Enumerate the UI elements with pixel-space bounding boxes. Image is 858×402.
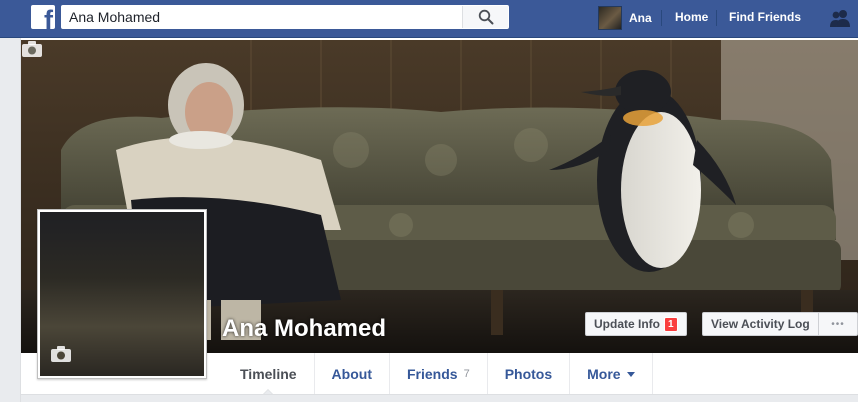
tab-label: Friends [406, 366, 458, 382]
avatar [598, 6, 622, 30]
tab-about[interactable]: About [315, 353, 390, 395]
profile-header: Ana Mohamed Update Info 1 View Activity … [20, 38, 858, 402]
search-box [61, 5, 509, 29]
tab-more[interactable]: More [570, 353, 653, 395]
view-activity-log-button[interactable]: View Activity Log [702, 312, 819, 336]
tab-label: Timeline [240, 366, 297, 382]
notification-badge: 1 [664, 316, 678, 332]
top-navigation-bar: f Ana Home Find Friends [0, 0, 858, 38]
home-link[interactable]: Home [675, 10, 708, 24]
find-friends-link[interactable]: Find Friends [729, 10, 801, 24]
nav-user-profile-link[interactable]: Ana [598, 5, 652, 31]
facebook-logo[interactable]: f [31, 5, 55, 29]
nav-user-name: Ana [629, 11, 652, 25]
profile-name[interactable]: Ana Mohamed [222, 315, 386, 343]
nav-divider [661, 10, 662, 26]
update-info-label: Update Info [594, 317, 660, 331]
tab-photos[interactable]: Photos [488, 353, 571, 395]
tab-timeline[interactable]: Timeline [223, 353, 315, 396]
nav-divider [716, 10, 717, 26]
tab-label: More [587, 366, 621, 382]
tab-friends[interactable]: Friends 7 [390, 353, 488, 395]
more-options-button[interactable]: ••• [819, 312, 858, 336]
view-activity-log-label: View Activity Log [711, 317, 810, 331]
profile-picture-image [40, 212, 204, 376]
profile-tabs: Timeline About Friends 7 Photos More [223, 353, 653, 396]
camera-icon[interactable] [21, 40, 43, 58]
camera-icon[interactable] [50, 345, 72, 363]
friends-count: 7 [463, 368, 470, 380]
tab-label: Photos [504, 366, 553, 382]
tab-label: About [331, 366, 372, 382]
search-icon [478, 9, 493, 25]
search-button[interactable] [462, 6, 508, 28]
tabs-divider [21, 394, 858, 402]
update-info-button[interactable]: Update Info 1 [585, 312, 687, 336]
chevron-down-icon [626, 371, 635, 377]
more-options-icon: ••• [831, 318, 845, 330]
profile-picture[interactable] [37, 209, 207, 379]
friend-requests-icon[interactable] [829, 8, 851, 28]
search-input[interactable] [62, 6, 462, 28]
